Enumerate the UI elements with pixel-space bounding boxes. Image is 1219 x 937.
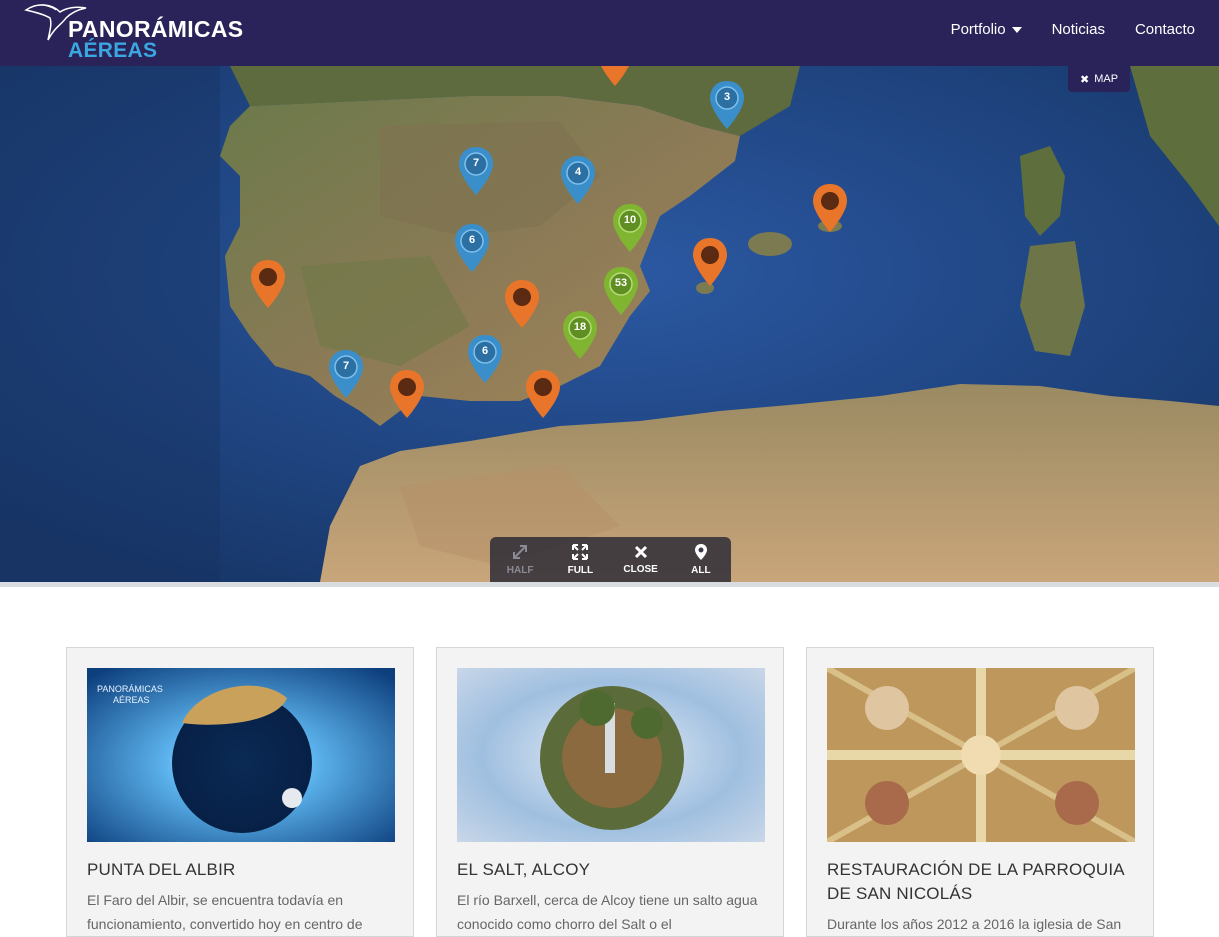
map-cluster-blue[interactable]: 6 xyxy=(465,333,505,385)
map-pin-blue-icon xyxy=(561,156,595,204)
church-ceiling-image xyxy=(827,668,1135,842)
card-excerpt: El río Barxell, cerca de Alcoy tiene un … xyxy=(457,892,758,932)
map-pin-orange-icon xyxy=(601,66,629,86)
map-pin-blue-icon xyxy=(468,335,502,383)
map-pin-orange-icon xyxy=(813,184,847,232)
nav-portfolio-label: Portfolio xyxy=(950,21,1006,38)
map-pin-icon xyxy=(694,544,707,560)
map-cluster-blue[interactable]: 6 xyxy=(452,222,492,274)
map-marker-orange[interactable] xyxy=(595,66,635,88)
map-terrain xyxy=(0,66,1219,582)
cluster-count: 3 xyxy=(723,91,731,103)
card-image-tiny-planet-waterfall[interactable] xyxy=(457,668,765,842)
card-image-tiny-planet-sea[interactable]: PANORÁMICAS AÉREAS xyxy=(87,668,395,842)
full-label: FULL xyxy=(567,565,594,576)
map-cluster-blue[interactable]: 4 xyxy=(558,154,598,206)
cluster-count: 6 xyxy=(481,345,489,357)
cluster-count: 10 xyxy=(623,214,637,226)
half-button[interactable]: HALF xyxy=(490,537,550,582)
nav-contacto[interactable]: Contacto xyxy=(1135,21,1195,38)
logo-text-aereas: AÉREAS xyxy=(68,39,158,62)
portfolio-cards: PANORÁMICAS AÉREAS PUNTA DEL ALBIR El Fa… xyxy=(66,647,1156,937)
map-pin-blue-icon xyxy=(329,350,363,398)
map-divider xyxy=(0,582,1219,587)
card-title[interactable]: PUNTA DEL ALBIR xyxy=(87,858,395,882)
cluster-count: 18 xyxy=(573,321,587,333)
top-navbar: PANORÁMICAS AÉREAS Portfolio Noticias Co… xyxy=(0,0,1219,66)
all-label: ALL xyxy=(691,565,711,576)
cluster-count: 53 xyxy=(614,277,628,289)
card-title[interactable]: RESTAURACIÓN DE LA PARROQUIA DE SAN NICO… xyxy=(827,858,1135,906)
tiny-planet-image xyxy=(457,668,765,842)
cluster-count: 4 xyxy=(574,166,582,178)
card-excerpt: El Faro del Albir, se encuentra todavía … xyxy=(87,892,363,932)
map-marker-orange[interactable] xyxy=(690,236,730,288)
card-el-salt-alcoy[interactable]: EL SALT, ALCOY El río Barxell, cerca de … xyxy=(436,647,784,937)
close-label: CLOSE xyxy=(623,564,658,575)
map-size-controls: HALF FULL CLOSE ALL xyxy=(490,537,731,582)
map-pin-orange-icon xyxy=(390,370,424,418)
all-button[interactable]: ALL xyxy=(671,537,731,582)
map-marker-orange[interactable] xyxy=(502,278,542,330)
map-marker-orange[interactable] xyxy=(248,258,288,310)
image-watermark: PANORÁMICAS AÉREAS xyxy=(97,684,163,706)
half-label: HALF xyxy=(506,565,534,576)
map-pin-orange-icon xyxy=(526,370,560,418)
map-marker-orange[interactable] xyxy=(810,182,850,234)
nav-noticias[interactable]: Noticias xyxy=(1052,21,1105,38)
nav-portfolio[interactable]: Portfolio xyxy=(951,21,1022,38)
map-cluster-green[interactable]: 53 xyxy=(601,265,641,317)
cluster-count: 6 xyxy=(468,234,476,246)
map-pin-blue-icon xyxy=(459,147,493,195)
map-pin-orange-icon xyxy=(251,260,285,308)
nav-noticias-label: Noticias xyxy=(1051,21,1105,38)
close-button[interactable]: CLOSE xyxy=(611,537,671,582)
watermark-line2: AÉREAS xyxy=(113,695,150,705)
card-san-nicolas[interactable]: RESTAURACIÓN DE LA PARROQUIA DE SAN NICO… xyxy=(806,647,1154,937)
cluster-count: 7 xyxy=(342,360,350,372)
card-punta-del-albir[interactable]: PANORÁMICAS AÉREAS PUNTA DEL ALBIR El Fa… xyxy=(66,647,414,937)
map-cluster-blue[interactable]: 7 xyxy=(326,348,366,400)
nav-contacto-label: Contacto xyxy=(1134,21,1195,38)
card-image-church-ceiling[interactable] xyxy=(827,668,1135,842)
map-cluster-blue[interactable]: 3 xyxy=(707,79,747,131)
map-toggle-label: MAP xyxy=(1094,73,1119,85)
close-x-small-icon: ✖ xyxy=(1079,73,1090,86)
map-pin-blue-icon xyxy=(455,224,489,272)
map-toggle-button[interactable]: ✖ MAP xyxy=(1068,66,1130,92)
map-cluster-green[interactable]: 10 xyxy=(610,202,650,254)
card-title[interactable]: EL SALT, ALCOY xyxy=(457,858,765,882)
map-pin-green-icon xyxy=(613,204,647,252)
caret-down-icon xyxy=(1011,27,1022,33)
full-button[interactable]: FULL xyxy=(550,537,610,582)
map-cluster-blue[interactable]: 7 xyxy=(456,145,496,197)
main-nav: Portfolio Noticias Contacto xyxy=(951,21,1195,38)
map-pin-green-icon xyxy=(563,311,597,359)
map-pin-green-icon xyxy=(604,267,638,315)
map-pin-orange-icon xyxy=(505,280,539,328)
close-x-icon xyxy=(634,545,647,559)
card-excerpt: Durante los años 2012 a 2016 la iglesia … xyxy=(827,916,1122,932)
map-marker-orange[interactable] xyxy=(387,368,427,420)
resize-diagonal-icon xyxy=(513,545,528,559)
map-cluster-green[interactable]: 18 xyxy=(560,309,600,361)
satellite-map[interactable]: ✖ MAP 3 7 4 6 6 7 10 53 18 xyxy=(0,66,1219,582)
cluster-count: 7 xyxy=(472,157,480,169)
site-logo[interactable]: PANORÁMICAS AÉREAS xyxy=(24,0,243,64)
expand-arrows-icon xyxy=(572,544,589,560)
map-pin-blue-icon xyxy=(710,81,744,129)
map-marker-orange[interactable] xyxy=(523,368,563,420)
watermark-line1: PANORÁMICAS xyxy=(97,684,163,694)
map-pin-orange-icon xyxy=(693,238,727,286)
